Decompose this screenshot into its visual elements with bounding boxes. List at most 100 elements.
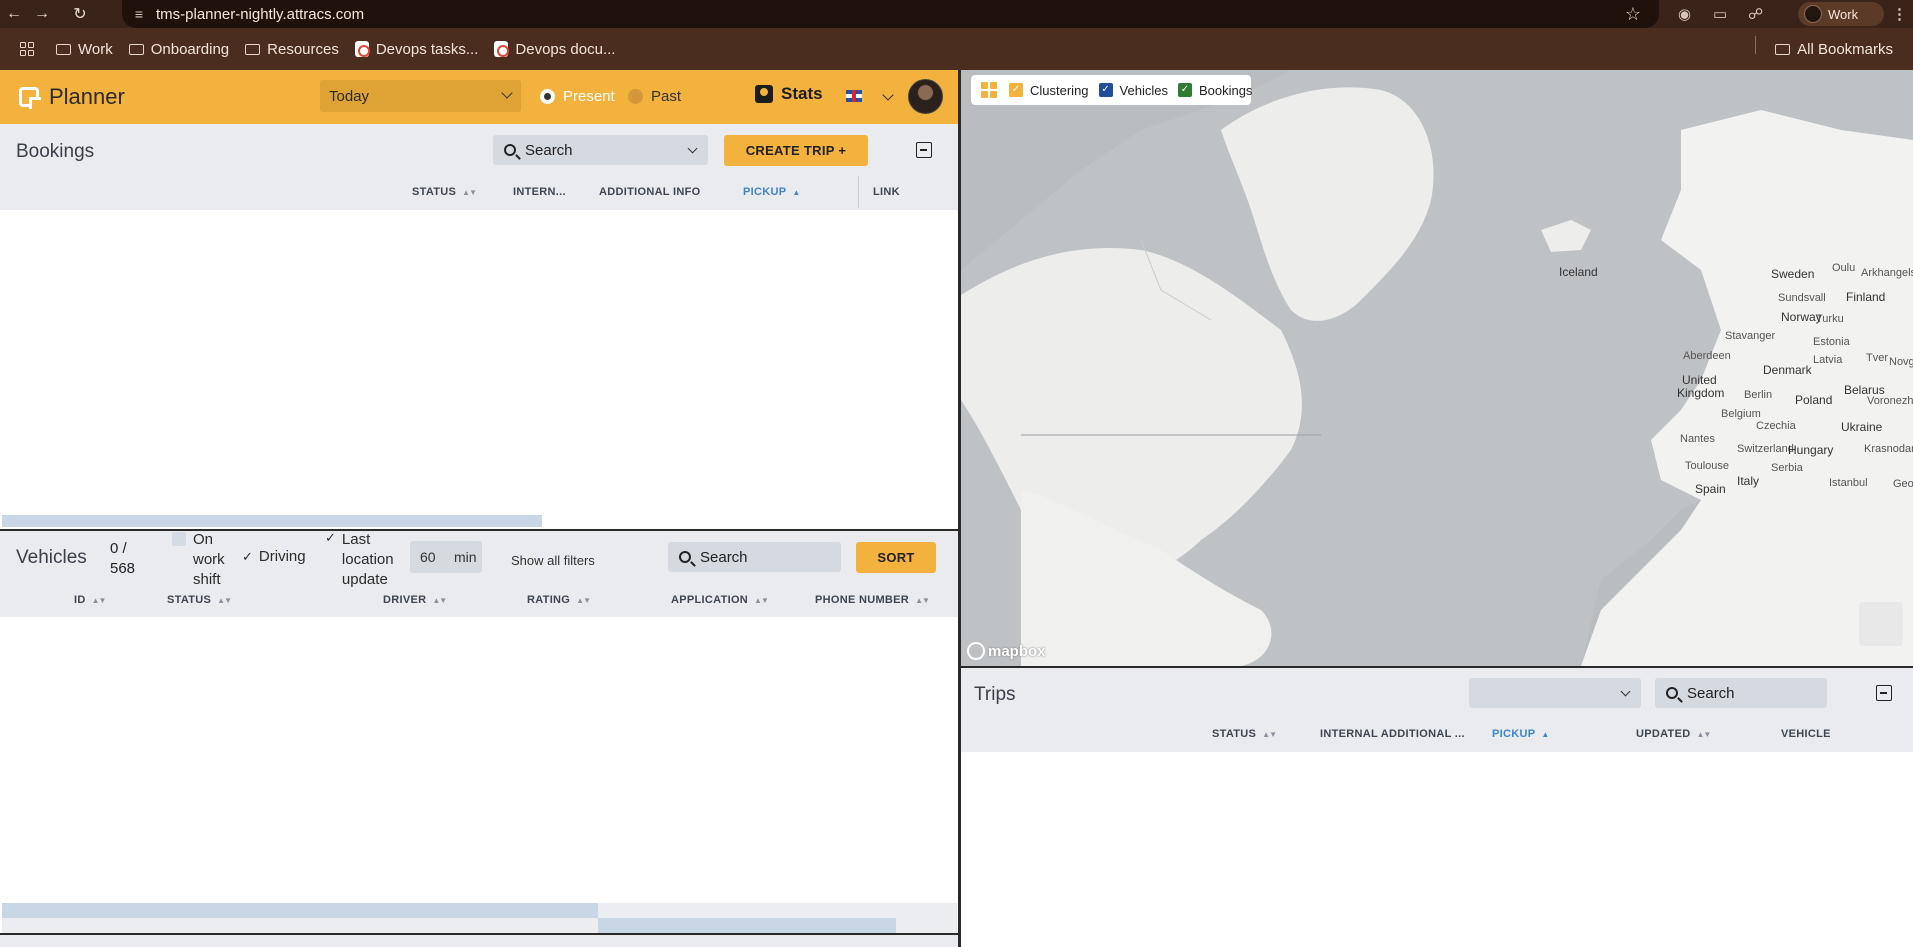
all-bookmarks[interactable]: All Bookmarks <box>1755 34 1899 64</box>
col-vehicle-status[interactable]: STATUS ▲▼ <box>167 594 232 606</box>
col-id[interactable]: ID ▲▼ <box>74 594 106 606</box>
reload-icon[interactable]: ↻ <box>66 0 94 28</box>
sort-icon: ▲▼ <box>1696 729 1711 739</box>
create-trip-button[interactable]: CREATE TRIP + <box>724 135 868 166</box>
map-label: Krasnodar <box>1864 443 1913 455</box>
col-divider <box>858 176 859 208</box>
map-label: Czechia <box>1756 420 1796 432</box>
map-style-control[interactable] <box>1859 602 1903 646</box>
folder-icon <box>128 43 144 55</box>
col-vehicle[interactable]: VEHICLE <box>1781 728 1831 740</box>
filter-last-location[interactable]: ✓ Last location update <box>325 530 394 590</box>
col-internal[interactable]: INTERN... <box>513 186 566 198</box>
bookings-scrollbar[interactable] <box>2 515 542 527</box>
user-avatar[interactable] <box>908 79 943 114</box>
cast-icon[interactable]: ▭ <box>1713 0 1727 28</box>
bookmark-resources[interactable]: Resources <box>239 34 345 64</box>
bookmark-star-icon[interactable]: ☆ <box>1625 4 1641 25</box>
col-trip-pickup[interactable]: PICKUP ▲ <box>1492 728 1549 740</box>
col-link[interactable]: LINK <box>873 186 900 198</box>
sort-button[interactable]: SORT <box>856 542 936 573</box>
collapse-icon[interactable] <box>1876 685 1892 701</box>
map-label: Sweden <box>1771 267 1815 281</box>
col-label: UPDATED <box>1636 728 1691 740</box>
layer-bookings[interactable]: ✓ Bookings <box>1177 83 1252 98</box>
col-phone-number[interactable]: PHONE NUMBER ▲▼ <box>815 594 930 606</box>
back-icon[interactable]: ← <box>0 0 28 28</box>
bookmark-devops-tasks[interactable]: Devops tasks... <box>349 34 485 64</box>
bookings-search[interactable]: Search <box>493 135 708 165</box>
trips-search[interactable]: Search <box>1655 678 1827 708</box>
date-filter-value: Today <box>329 87 370 105</box>
layers-grid-icon[interactable] <box>981 82 997 98</box>
bookmark-onboarding[interactable]: Onboarding <box>123 34 235 64</box>
uk-flag-icon[interactable] <box>846 90 862 102</box>
map-label: Belgium <box>1721 408 1761 420</box>
search-icon <box>504 144 516 156</box>
stats-button[interactable]: Stats <box>755 84 823 104</box>
apps-grid-icon[interactable] <box>20 42 34 56</box>
trips-filter-select[interactable] <box>1469 678 1641 708</box>
profile-button[interactable]: Work <box>1798 2 1884 26</box>
vehicles-scrollbar[interactable] <box>2 903 598 918</box>
filter-last-location-label: Last location update <box>342 530 394 590</box>
chevron-down-icon <box>501 87 513 99</box>
date-filter-select[interactable]: Today <box>320 80 521 112</box>
extensions-puzzle-icon[interactable]: ☍ <box>1748 0 1763 28</box>
map-label: Arkhangelsk <box>1861 267 1913 279</box>
col-application[interactable]: APPLICATION ▲▼ <box>671 594 769 606</box>
address-bar[interactable]: ≡ tms-planner-nightly.attracs.com ☆ <box>122 0 1659 28</box>
vehicles-count-total: 568 <box>110 560 136 577</box>
map-label: Turku <box>1816 313 1844 325</box>
col-pickup[interactable]: PICKUP ▲ <box>743 186 800 198</box>
vehicles-scrollbar-horizontal[interactable] <box>598 918 896 933</box>
layer-label: Clustering <box>1030 82 1089 98</box>
filter-driving-label: Driving <box>258 548 306 565</box>
bookmark-label: Devops tasks... <box>375 40 479 58</box>
col-trip-status[interactable]: STATUS ▲▼ <box>1212 728 1277 740</box>
show-all-filters-link[interactable]: Show all filters <box>511 553 595 568</box>
radio-selected-icon <box>540 89 555 104</box>
col-label: PHONE NUMBER <box>815 594 910 606</box>
browser-menu-icon[interactable]: ⋮ <box>1892 0 1907 28</box>
map-label: Estonia <box>1813 336 1850 348</box>
layer-clustering[interactable]: ✓ Clustering <box>1009 83 1089 98</box>
radio-present[interactable]: Present <box>540 88 615 105</box>
folder-icon <box>245 43 261 55</box>
col-driver[interactable]: DRIVER ▲▼ <box>383 594 447 606</box>
filter-on-work-shift-label: On work shift <box>193 530 225 590</box>
col-label: STATUS <box>167 594 212 606</box>
sort-icon: ▲▼ <box>217 595 232 605</box>
col-updated[interactable]: UPDATED ▲▼ <box>1636 728 1711 740</box>
bookmark-work[interactable]: Work <box>50 34 119 64</box>
bookmark-devops-docs[interactable]: Devops docu... <box>488 34 621 64</box>
all-bookmarks-label: All Bookmarks <box>1797 40 1893 58</box>
chevron-down-icon <box>1620 686 1631 697</box>
map-label: United <box>1682 373 1717 387</box>
chevron-down-icon[interactable] <box>882 89 894 101</box>
map-view[interactable]: ✓ Clustering ✓ Vehicles ✓ Bookings Iceland … <box>961 70 1913 666</box>
radio-past[interactable]: Past <box>628 88 681 105</box>
checkbox-checked-icon: ✓ <box>1098 83 1113 97</box>
filter-driving[interactable]: ✓ Driving <box>242 548 306 565</box>
vehicles-count: 0 / 568 <box>110 539 135 579</box>
forward-icon[interactable]: → <box>28 0 56 28</box>
col-internal-additional[interactable]: INTERNAL ADDITIONAL ... <box>1320 728 1465 740</box>
col-status[interactable]: STATUS ▲▼ <box>412 186 477 198</box>
chevron-down-icon <box>687 143 698 154</box>
col-label: DRIVER <box>383 594 427 606</box>
minutes-input[interactable]: 60 min <box>410 541 482 573</box>
col-additional-info[interactable]: ADDITIONAL INFO <box>599 186 700 198</box>
collapse-icon[interactable] <box>916 142 932 158</box>
site-info-icon[interactable]: ≡ <box>122 6 156 22</box>
layer-vehicles[interactable]: ✓ Vehicles <box>1098 83 1168 98</box>
search-placeholder: Search <box>1687 684 1735 702</box>
vehicles-search[interactable]: Search <box>668 542 841 572</box>
col-rating[interactable]: RATING ▲▼ <box>527 594 591 606</box>
filter-on-work-shift[interactable]: On work shift <box>172 530 225 590</box>
search-icon <box>1666 687 1678 699</box>
sort-icon: ▲▼ <box>754 595 769 605</box>
label-line: shift <box>193 571 221 588</box>
map-label: Finland <box>1846 290 1886 304</box>
extension-icon[interactable]: ◉ <box>1678 0 1691 28</box>
